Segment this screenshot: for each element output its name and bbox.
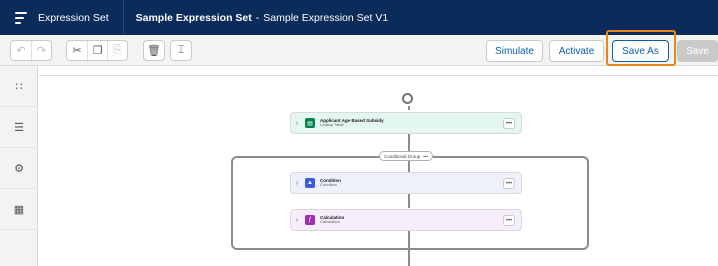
more-icon[interactable]: •••	[503, 178, 515, 189]
builder-canvas[interactable]: Conditional Group ••• › ▤ Applicant Age …	[39, 66, 718, 266]
more-icon[interactable]: •••	[503, 215, 515, 226]
clipboard-group: ✂ ❐ ⎘	[66, 40, 128, 61]
node-subtitle: Lookup Table	[320, 122, 344, 128]
save-button[interactable]: Save	[677, 40, 718, 62]
undo-redo-group: ↶ ↷	[10, 40, 52, 61]
canvas-divider	[39, 75, 718, 76]
version-title: Sample Expression Set V1	[263, 11, 389, 24]
paste-icon[interactable]: ⎘	[107, 41, 127, 60]
title-separator: -	[255, 11, 260, 24]
copy-icon[interactable]: ❐	[87, 41, 107, 60]
more-icon[interactable]: •••	[503, 118, 515, 129]
condition-icon: ▲	[305, 178, 315, 188]
calculation-icon: ƒ	[305, 215, 315, 225]
settings-icon[interactable]: ⚙	[0, 148, 38, 189]
conditional-group[interactable]	[231, 156, 589, 250]
conditional-group-name: Conditional Group	[384, 153, 421, 159]
activate-button[interactable]: Activate	[549, 40, 604, 62]
table-icon: ▤	[305, 118, 315, 128]
app-name[interactable]: Expression Set	[38, 12, 109, 24]
delete-icon[interactable]: 🗑	[144, 41, 164, 60]
calculation-node[interactable]: › ƒ Calculation Calculation •••	[290, 209, 522, 231]
chevron-right-icon[interactable]: ›	[291, 180, 303, 187]
connector	[408, 134, 410, 151]
elements-icon[interactable]: ∷	[0, 66, 38, 107]
header-divider	[122, 0, 124, 35]
connector	[408, 106, 410, 110]
chevron-right-icon[interactable]: ›	[291, 120, 303, 127]
resources-icon[interactable]: ▦	[0, 189, 38, 230]
start-node	[402, 93, 413, 104]
conditional-group-label[interactable]: Conditional Group •••	[379, 151, 434, 161]
align-group: ⌶	[170, 40, 192, 61]
page-title: Sample Expression Set - Sample Expressio…	[136, 12, 389, 24]
simulate-button[interactable]: Simulate	[486, 40, 543, 62]
expression-set-title: Sample Expression Set	[135, 11, 252, 24]
align-icon[interactable]: ⌶	[171, 41, 191, 60]
left-rail: ∷ ☰ ⚙ ▦	[0, 66, 38, 266]
undo-icon[interactable]: ↶	[11, 41, 31, 60]
chevron-right-icon[interactable]: ›	[291, 217, 303, 224]
redo-icon[interactable]: ↷	[31, 41, 51, 60]
delete-group: 🗑	[143, 40, 165, 61]
cut-icon[interactable]: ✂	[67, 41, 87, 60]
save-as-highlight	[606, 30, 676, 66]
node-subtitle: Calculation	[320, 219, 340, 225]
condition-node[interactable]: › ▲ Condition Condition •••	[290, 172, 522, 194]
expression-set-icon	[15, 11, 27, 24]
list-icon[interactable]: ☰	[0, 107, 38, 148]
node-subtitle: Condition	[320, 182, 337, 188]
lookup-table-node[interactable]: › ▤ Applicant Age Based Subsidy Lookup T…	[290, 112, 522, 134]
more-icon[interactable]: •••	[423, 154, 428, 159]
